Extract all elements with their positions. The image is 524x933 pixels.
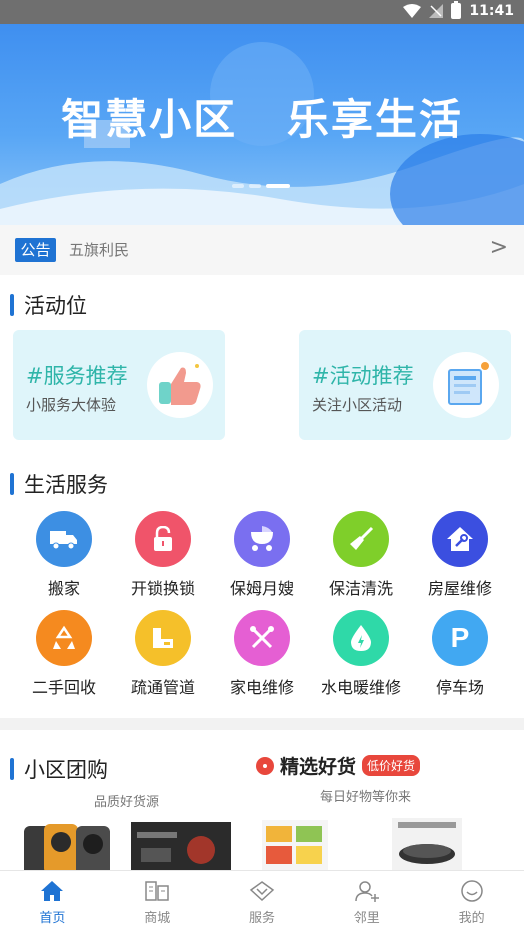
service-recycle[interactable]: 二手回收 <box>14 610 114 698</box>
status-time: 11:41 <box>469 3 514 19</box>
service-recommend-card[interactable]: #服务推荐 小服务大体验 <box>13 330 225 440</box>
parking-icon: P <box>432 610 488 666</box>
service-label: 搬家 <box>47 579 80 598</box>
carousel-dot-active <box>266 184 290 188</box>
status-bar: 11:41 <box>0 0 524 24</box>
service-plumbing-electric[interactable]: 水电暖维修 <box>311 610 411 698</box>
tab-label: 邻里 <box>353 911 380 926</box>
service-label: 保洁清洗 <box>328 579 393 598</box>
service-parking[interactable]: P 停车场 <box>410 610 510 698</box>
service-pipe[interactable]: 疏通管道 <box>113 610 213 698</box>
recycle-icon <box>36 610 92 666</box>
service-label: 二手回收 <box>31 678 96 697</box>
house-repair-icon <box>432 511 488 567</box>
no-signal-icon <box>429 4 444 18</box>
card-subtitle: 关注小区活动 <box>312 396 403 414</box>
low-price-badge: 低价好货 <box>362 755 421 776</box>
notice-tag: 公告 <box>15 238 56 262</box>
profile-icon <box>460 880 483 902</box>
mall-icon <box>145 881 169 901</box>
broom-icon <box>333 511 389 567</box>
battery-icon <box>451 1 462 19</box>
carousel-dot <box>232 184 244 188</box>
notice-bar[interactable]: 公告 五旗利民 > <box>0 225 524 275</box>
tab-label: 我的 <box>458 911 485 926</box>
section-title: 精选好货 <box>280 756 357 778</box>
section-accent-bar <box>10 294 14 316</box>
service-label: 房屋维修 <box>427 579 492 598</box>
section-title: 活动位 <box>24 294 87 318</box>
tab-profile[interactable]: 我的 <box>419 871 524 933</box>
activity-section-header: 活动位 <box>10 290 87 320</box>
activity-recommend-card[interactable]: #活动推荐 关注小区活动 <box>299 330 511 440</box>
product-image-snacks[interactable] <box>262 818 328 870</box>
notice-board-icon <box>433 352 499 418</box>
carousel-indicator <box>232 184 290 188</box>
tab-neighbor[interactable]: 邻里 <box>314 871 419 933</box>
service-moving[interactable]: 搬家 <box>14 511 114 599</box>
neighbor-icon <box>355 881 379 902</box>
service-label: 停车场 <box>435 678 484 697</box>
product-image-promo[interactable] <box>131 818 231 870</box>
service-cleaning[interactable]: 保洁清洗 <box>311 511 411 599</box>
pipe-icon <box>135 610 191 666</box>
thumbs-up-icon <box>147 352 213 418</box>
truck-icon <box>36 511 92 567</box>
card-title: #活动推荐 <box>312 364 414 388</box>
home-icon <box>41 881 64 901</box>
tools-icon <box>234 610 290 666</box>
bottom-tab-bar: 首页 商城 服务 邻里 我的 <box>0 870 524 933</box>
tab-service[interactable]: 服务 <box>210 871 315 933</box>
service-house-repair[interactable]: 房屋维修 <box>410 511 510 599</box>
section-title: 生活服务 <box>24 473 108 497</box>
service-label: 保姆月嫂 <box>229 579 294 598</box>
tab-home[interactable]: 首页 <box>0 871 105 933</box>
banner-carousel[interactable]: 智慧小区 乐享生活 <box>0 24 524 225</box>
service-label: 家电维修 <box>229 678 294 697</box>
lock-icon <box>135 511 191 567</box>
section-accent-bar <box>10 758 14 780</box>
service-nanny[interactable]: 保姆月嫂 <box>212 511 312 599</box>
selected-goods-header[interactable]: 精选好货 低价好货 <box>256 752 421 779</box>
section-accent-bar <box>10 473 14 495</box>
product-image-pan[interactable] <box>392 818 462 870</box>
section-divider <box>0 718 524 730</box>
chevron-right-icon[interactable]: > <box>490 235 508 260</box>
section-title: 小区团购 <box>24 758 108 782</box>
group-buy-section-header[interactable]: 小区团购 <box>10 754 108 784</box>
card-title: #服务推荐 <box>26 364 128 388</box>
tab-mall[interactable]: 商城 <box>105 871 210 933</box>
service-label: 开锁换锁 <box>130 579 195 598</box>
banner-title: 智慧小区 乐享生活 <box>61 95 463 144</box>
selected-goods-subtitle: 每日好物等你来 <box>320 790 412 805</box>
price-tag-icon <box>256 756 274 775</box>
carousel-dot <box>249 184 261 188</box>
card-subtitle: 小服务大体验 <box>26 396 117 414</box>
stroller-icon <box>234 511 290 567</box>
water-drop-icon <box>333 610 389 666</box>
services-section-header: 生活服务 <box>10 469 108 499</box>
product-image-phone[interactable] <box>22 818 112 870</box>
service-appliance-repair[interactable]: 家电维修 <box>212 610 312 698</box>
service-label: 水电暖维修 <box>320 678 401 697</box>
tab-label: 首页 <box>39 911 66 926</box>
notice-text: 五旗利民 <box>69 241 130 259</box>
group-buy-subtitle: 品质好货源 <box>94 795 160 810</box>
service-label: 疏通管道 <box>130 678 195 697</box>
service-locksmith[interactable]: 开锁换锁 <box>113 511 213 599</box>
tab-label: 商城 <box>144 911 171 926</box>
tab-label: 服务 <box>248 911 275 926</box>
service-icon <box>249 881 275 902</box>
wifi-icon <box>403 4 422 18</box>
